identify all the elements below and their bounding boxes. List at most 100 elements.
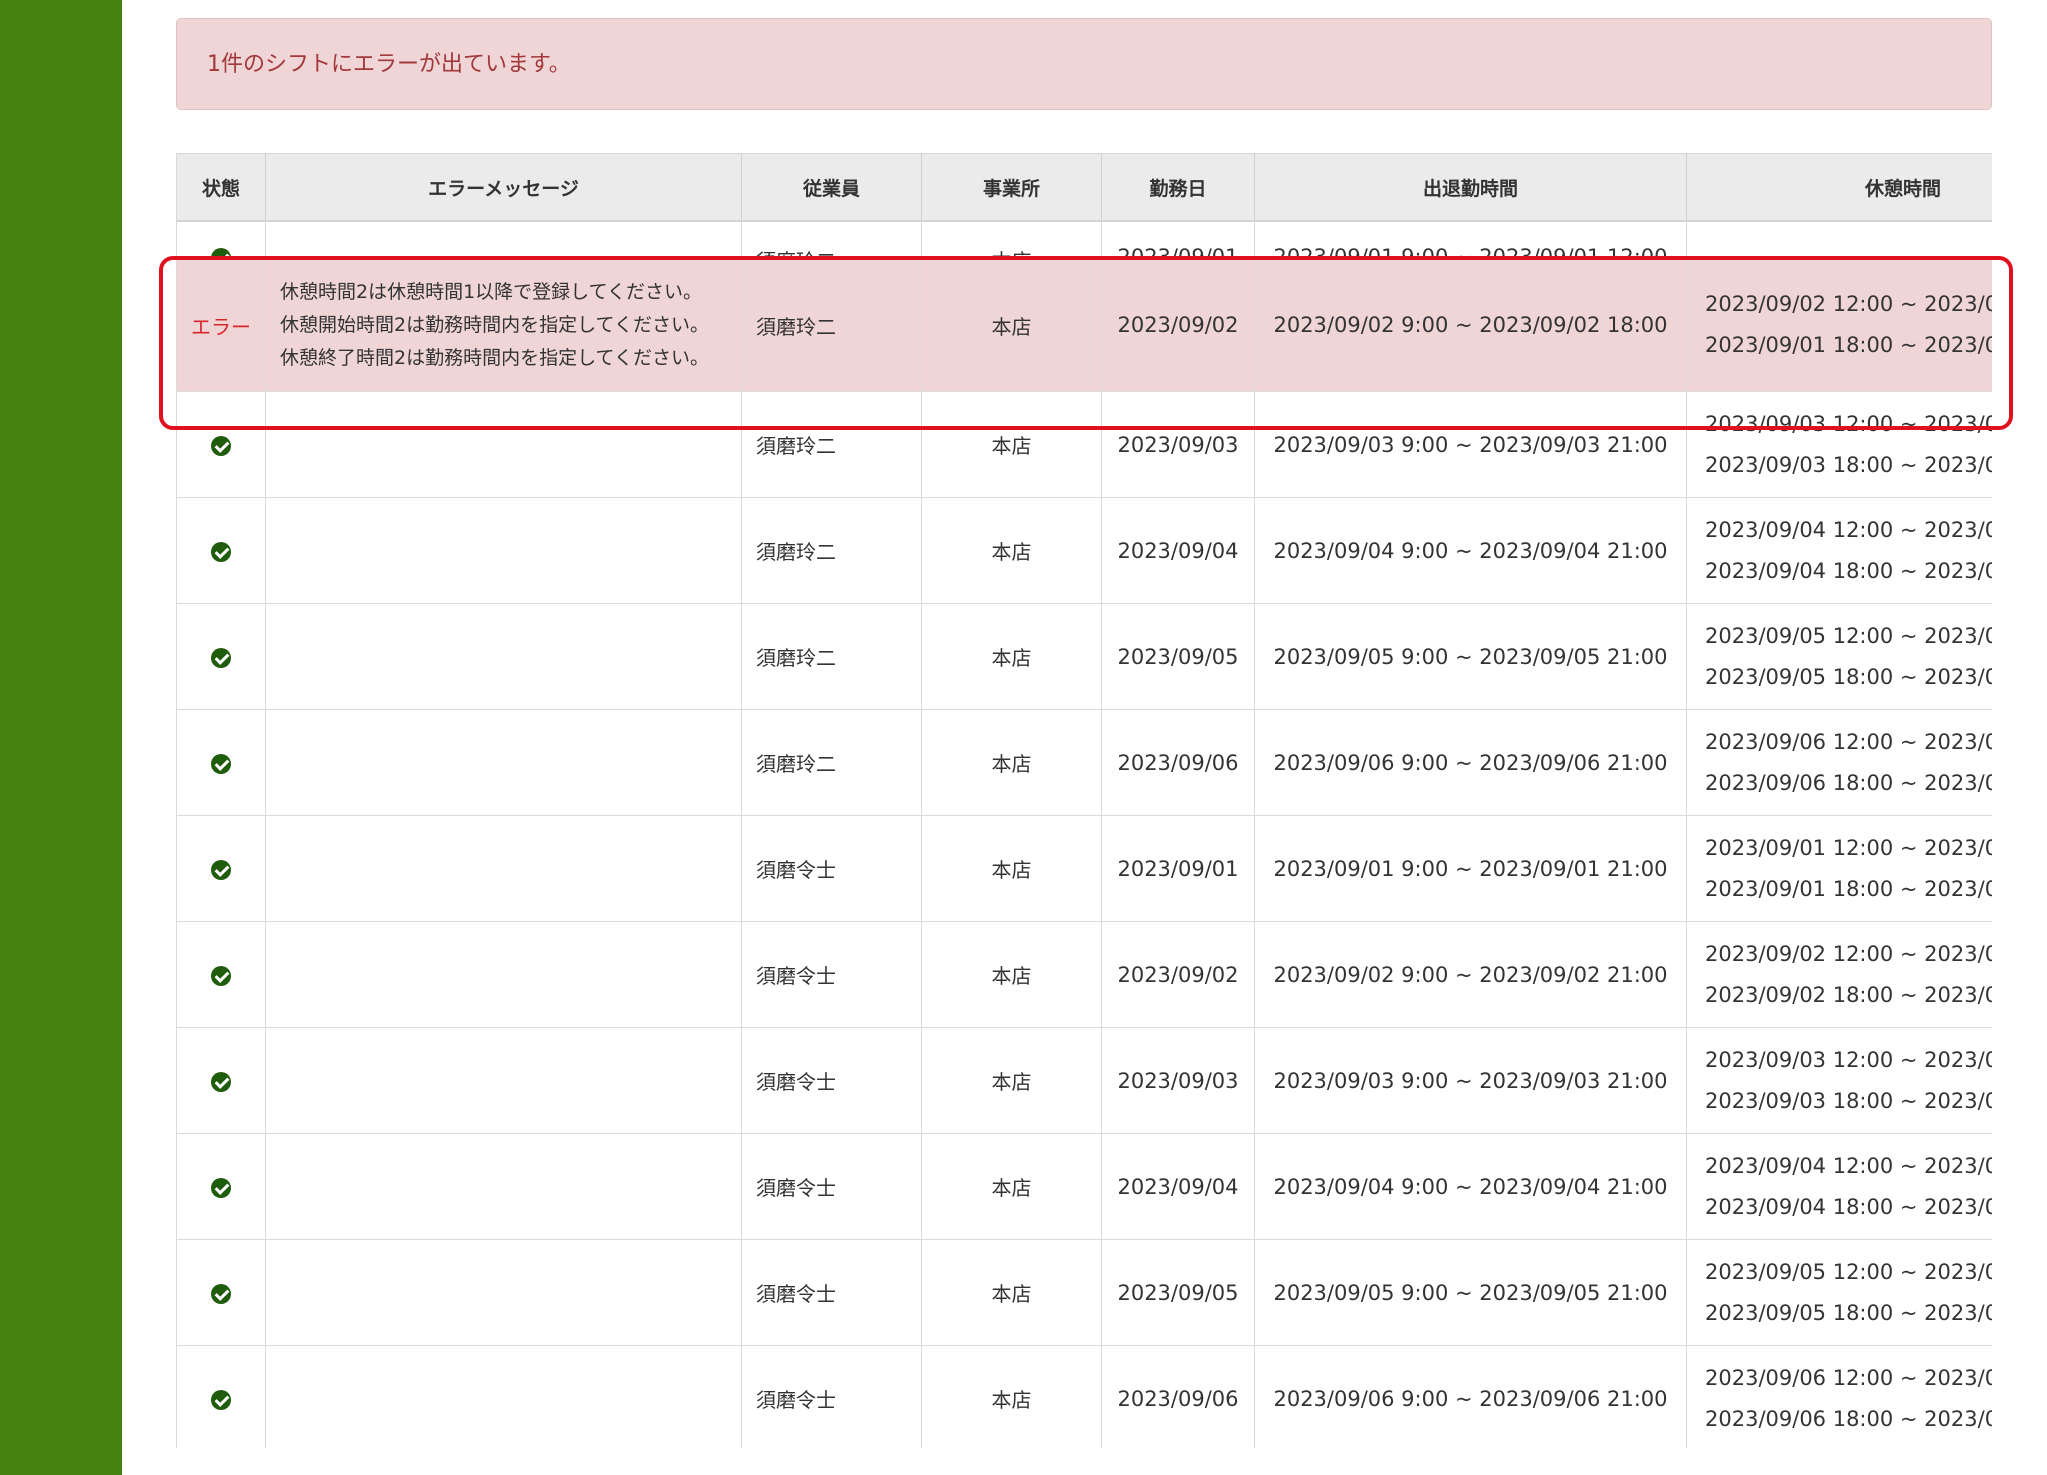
break-time-cell: 2023/09/05 12:00 ~ 2023/09 2023/09/05 18:… [1686,1239,1992,1346]
break-line: 2023/09/02 12:00 ~ 2023/09 [1705,941,1992,966]
break-line: 2023/09/04 12:00 ~ 2023/09 [1705,517,1992,542]
check-circle-icon [211,541,231,562]
message-cell [265,221,742,259]
table-header-row: 状態 エラーメッセージ 従業員 事業所 勤務日 出退勤時間 休憩時間 [176,153,1992,222]
check-circle-icon [211,965,231,986]
date-cell: 2023/09/05 [1101,1239,1255,1346]
message-cell [265,603,742,710]
table-row: 須磨令士 本店 2023/09/04 2023/09/04 9:00 ~ 2023/0… [176,1133,1992,1240]
sidebar [0,0,122,1475]
break-line: 2023/09/02 12:00 ~ 2023/09 [1705,292,1992,316]
message-cell [265,709,742,816]
message-cell [265,391,742,498]
employee-cell: 須磨玲二 [741,497,922,604]
employee-cell: 須磨玲二 [741,709,922,816]
date-cell: 2023/09/04 [1101,1133,1255,1240]
work-time-cell: 2023/09/06 9:00 ~ 2023/09/06 21:00 [1254,1345,1687,1448]
header-clock-time: 出退勤時間 [1254,153,1687,222]
work-time-cell: 2023/09/04 9:00 ~ 2023/09/04 21:00 [1254,497,1687,604]
table-row: 須磨令士 本店 2023/09/03 2023/09/03 9:00 ~ 2023/0… [176,1027,1992,1134]
break-time-cell: 2023/09/06 12:00 ~ 2023/09 2023/09/06 18:… [1686,1345,1992,1448]
office-cell: 本店 [921,815,1102,922]
status-cell [176,921,266,1028]
header-employee: 従業員 [741,153,922,222]
table-row: 須磨玲二 本店 2023/09/05 2023/09/05 9:00 ~ 2023/0… [176,603,1992,710]
status-cell [176,1133,266,1240]
check-circle-icon [211,248,231,257]
shift-table-container[interactable]: 状態 エラーメッセージ 従業員 事業所 勤務日 出退勤時間 休憩時間 須磨玲二 … [176,153,1992,1448]
table-row: 須磨令士 本店 2023/09/05 2023/09/05 9:00 ~ 2023/0… [176,1239,1992,1346]
work-time-cell: 2023/09/01 9:00 ~ 2023/09/01 12:00 [1254,221,1687,259]
status-cell [176,603,266,710]
date-cell: 2023/09/03 [1101,1027,1255,1134]
message-cell [265,1027,742,1134]
error-message-line: 休憩開始時間2は勤務時間内を指定してください。 [280,313,709,336]
status-cell [176,709,266,816]
message-cell [265,1345,742,1448]
check-circle-icon [211,1177,231,1198]
check-circle-icon [211,1283,231,1304]
break-line: 2023/09/01 18:00 ~ 2023/09 [1705,876,1992,901]
employee-cell: 須磨玲二 [741,258,922,392]
table-row: 須磨玲二 本店 2023/09/01 2023/09/01 9:00 ~ 202… [176,221,1992,259]
date-cell: 2023/09/02 [1101,921,1255,1028]
break-line: 2023/09/06 12:00 ~ 2023/09 [1705,729,1992,754]
header-office: 事業所 [921,153,1102,222]
break-line: 2023/09/03 12:00 ~ 2023/09 [1705,411,1992,436]
check-circle-icon [211,435,231,456]
break-line: 2023/09/03 12:00 ~ 2023/09 [1705,1047,1992,1072]
table-row: 須磨玲二 本店 2023/09/03 2023/09/03 9:00 ~ 2023/0… [176,391,1992,498]
break-line: 2023/09/05 12:00 ~ 2023/09 [1705,1259,1992,1284]
check-circle-icon [211,859,231,880]
break-line: 2023/09/03 18:00 ~ 2023/09 [1705,1088,1992,1113]
error-alert: 1件のシフトにエラーが出ています。 [176,18,1992,110]
work-time-cell: 2023/09/03 9:00 ~ 2023/09/03 21:00 [1254,391,1687,498]
work-time-cell: 2023/09/01 9:00 ~ 2023/09/01 21:00 [1254,815,1687,922]
break-line: 2023/09/05 18:00 ~ 2023/09 [1705,664,1992,689]
work-time-cell: 2023/09/04 9:00 ~ 2023/09/04 21:00 [1254,1133,1687,1240]
break-line: 2023/09/04 18:00 ~ 2023/09 [1705,1194,1992,1219]
message-cell [265,815,742,922]
break-time-cell: 2023/09/02 12:00 ~ 2023/09 2023/09/02 18:… [1686,921,1992,1028]
work-time-cell: 2023/09/02 9:00 ~ 2023/09/02 21:00 [1254,921,1687,1028]
message-cell [265,1133,742,1240]
office-cell: 本店 [921,258,1102,392]
break-time-cell: 2023/09/06 12:00 ~ 2023/09 2023/09/06 18:… [1686,709,1992,816]
office-cell: 本店 [921,497,1102,604]
status-cell [176,1027,266,1134]
work-time-cell: 2023/09/02 9:00 ~ 2023/09/02 18:00 [1254,258,1687,392]
status-error-label: エラー [176,258,266,392]
work-time-cell: 2023/09/06 9:00 ~ 2023/09/06 21:00 [1254,709,1687,816]
message-cell [265,921,742,1028]
table-row: 須磨玲二 本店 2023/09/04 2023/09/04 9:00 ~ 2023/0… [176,497,1992,604]
break-line: 2023/09/04 18:00 ~ 2023/09 [1705,558,1992,583]
break-line: 2023/09/01 18:00 ~ 2023/09 [1705,333,1992,357]
break-time-cell [1686,221,1992,259]
break-line: 2023/09/02 18:00 ~ 2023/09 [1705,982,1992,1007]
office-cell: 本店 [921,921,1102,1028]
status-cell [176,815,266,922]
break-line: 2023/09/05 18:00 ~ 2023/09 [1705,1300,1992,1325]
error-row: エラー 休憩時間2は休憩時間1以降で登録してください。 休憩開始時間2は勤務時間… [176,258,1992,392]
employee-cell: 須磨令士 [741,815,922,922]
break-line: 2023/09/04 12:00 ~ 2023/09 [1705,1153,1992,1178]
office-cell: 本店 [921,709,1102,816]
status-cell [176,221,266,259]
date-cell: 2023/09/05 [1101,603,1255,710]
break-line: 2023/09/05 12:00 ~ 2023/09 [1705,623,1992,648]
break-time-cell: 2023/09/02 12:00 ~ 2023/09 2023/09/01 18… [1686,258,1992,392]
table-row: 須磨令士 本店 2023/09/02 2023/09/02 9:00 ~ 2023/0… [176,921,1992,1028]
date-cell: 2023/09/04 [1101,497,1255,604]
break-line: 2023/09/06 18:00 ~ 2023/09 [1705,770,1992,795]
break-time-cell: 2023/09/01 12:00 ~ 2023/09 2023/09/01 18:… [1686,815,1992,922]
error-message-line: 休憩終了時間2は勤務時間内を指定してください。 [280,346,709,369]
work-time-cell: 2023/09/03 9:00 ~ 2023/09/03 21:00 [1254,1027,1687,1134]
office-cell: 本店 [921,221,1102,259]
office-cell: 本店 [921,603,1102,710]
employee-cell: 須磨令士 [741,1027,922,1134]
date-cell: 2023/09/01 [1101,221,1255,259]
message-cell [265,1239,742,1346]
employee-cell: 須磨令士 [741,1345,922,1448]
message-cell [265,497,742,604]
work-time-cell: 2023/09/05 9:00 ~ 2023/09/05 21:00 [1254,1239,1687,1346]
